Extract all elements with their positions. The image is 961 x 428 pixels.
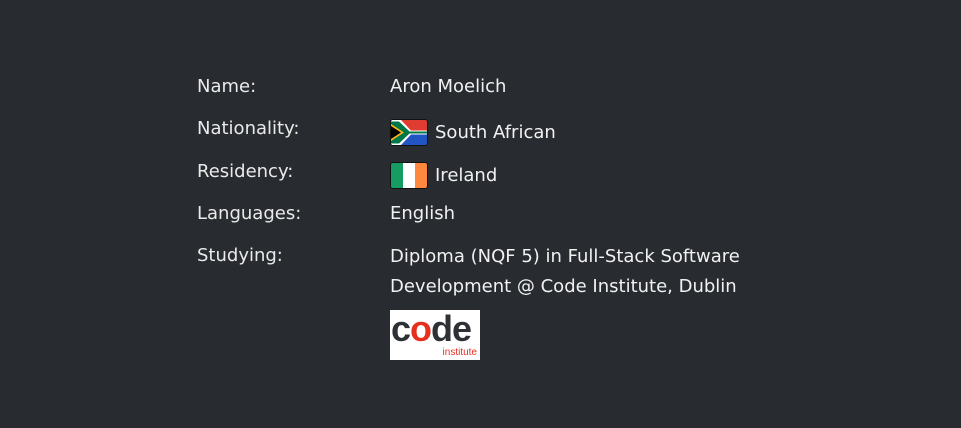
studying-row: Studying: Diploma (NQF 5) in Full-Stack … xyxy=(197,242,797,360)
studying-line-1: Diploma (NQF 5) in Full-Stack Software xyxy=(390,246,740,267)
south-africa-flag-icon xyxy=(390,119,428,146)
logo-subtext: institute xyxy=(442,347,477,358)
nationality-row: Nationality: South African xyxy=(197,115,797,158)
residency-value: Ireland xyxy=(435,165,498,186)
residency-value-wrap: Ireland xyxy=(390,160,797,191)
nationality-value-wrap: South African xyxy=(390,117,797,148)
residency-row: Residency: Ireland xyxy=(197,158,797,200)
residency-label: Residency: xyxy=(197,161,294,182)
name-value: Aron Moelich xyxy=(390,76,507,97)
logo-wordmark: code xyxy=(391,310,472,349)
profile-table: Name: Aron Moelich Nationality: South Af… xyxy=(197,73,797,360)
languages-label: Languages: xyxy=(197,203,302,224)
studying-label: Studying: xyxy=(197,245,283,266)
languages-row: Languages: English xyxy=(197,200,797,242)
code-institute-logo: code institute xyxy=(390,310,480,360)
studying-line-2: Development @ Code Institute, Dublin xyxy=(390,276,737,297)
name-label: Name: xyxy=(197,76,257,97)
name-row: Name: Aron Moelich xyxy=(197,73,797,115)
nationality-value: South African xyxy=(435,122,556,143)
languages-value: English xyxy=(390,203,455,224)
nationality-label: Nationality: xyxy=(197,118,300,139)
ireland-flag-icon xyxy=(390,162,428,189)
studying-value: Diploma (NQF 5) in Full-Stack Software D… xyxy=(390,242,797,360)
